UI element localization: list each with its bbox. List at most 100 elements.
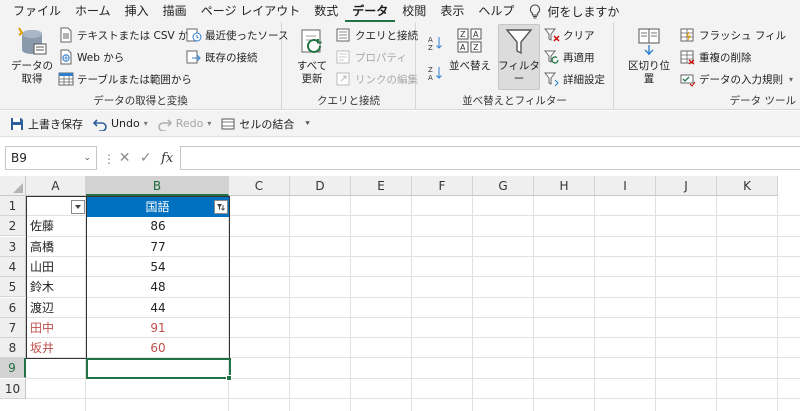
flash-fill-button[interactable]: フラッシュ フィル: [680, 26, 786, 44]
refresh-all-button[interactable]: すべて 更新: [292, 26, 332, 86]
sort-button[interactable]: ZAAZ 並べ替え: [448, 26, 492, 73]
sort-a-z-button[interactable]: AZ: [428, 34, 447, 52]
tab-review[interactable]: 校閲: [395, 0, 433, 22]
tab-page-layout[interactable]: ページ レイアウト: [194, 0, 308, 22]
column-header-h[interactable]: H: [534, 176, 595, 196]
cell-a7[interactable]: 田中: [27, 319, 85, 338]
advanced-filter-button[interactable]: 詳細設定: [544, 70, 605, 88]
edit-links-button[interactable]: リンクの編集: [336, 70, 418, 88]
column-header-b[interactable]: B: [86, 176, 229, 196]
column-header-e[interactable]: E: [351, 176, 412, 196]
undo-dropdown-icon[interactable]: ▾: [144, 119, 148, 128]
save-button[interactable]: 上書き保存: [10, 116, 83, 132]
from-table-button[interactable]: テーブルまたは範囲から: [58, 70, 192, 88]
cell-b3[interactable]: 77: [87, 238, 229, 257]
group-data-tools: 区切り位置 フラッシュ フィル 重複の削除 データの入力規則 ▾ データ ツール: [614, 22, 800, 110]
tab-help[interactable]: ヘルプ: [471, 0, 521, 22]
insert-function-icon[interactable]: fx: [161, 151, 173, 166]
excel-window: ファイル ホーム 挿入 描画 ページ レイアウト 数式 データ 校閲 表示 ヘル…: [0, 0, 800, 411]
text-file-icon: [60, 27, 72, 43]
tab-view[interactable]: 表示: [433, 0, 471, 22]
redo-icon: [157, 118, 172, 131]
column-header-d[interactable]: D: [290, 176, 351, 196]
cell-b8[interactable]: 60: [87, 339, 229, 358]
name-box[interactable]: B9 ⌄: [5, 146, 97, 170]
existing-connections-button[interactable]: 既存の接続: [186, 48, 258, 66]
row-header-7[interactable]: 7: [0, 317, 26, 338]
properties-label: プロパティ: [355, 51, 407, 64]
cell-a8[interactable]: 坂井: [27, 339, 85, 358]
from-web-button[interactable]: Web から: [58, 48, 124, 66]
filter-button[interactable]: フィルター: [498, 26, 540, 86]
row-header-4[interactable]: 4: [0, 256, 26, 277]
tab-file[interactable]: ファイル: [6, 0, 68, 22]
select-all-button[interactable]: [0, 176, 26, 196]
row-header-3[interactable]: 3: [0, 236, 26, 257]
undo-button[interactable]: Undo ▾: [93, 117, 148, 131]
formula-input[interactable]: [180, 146, 800, 170]
cell-a4[interactable]: 山田: [27, 258, 85, 277]
cell-a5[interactable]: 鈴木: [27, 278, 85, 297]
sort-z-a-button[interactable]: ZA: [428, 64, 447, 82]
row-header-8[interactable]: 8: [0, 338, 26, 359]
merge-cells-button[interactable]: セルの結合: [221, 116, 294, 132]
data-validation-button[interactable]: データの入力規則 ▾: [680, 70, 793, 88]
row-header-5[interactable]: 5: [0, 277, 26, 298]
tab-draw[interactable]: 描画: [156, 0, 194, 22]
from-text-csv-button[interactable]: テキストまたは CSV から: [58, 26, 199, 44]
text-to-columns-button[interactable]: 区切り位置: [624, 26, 674, 86]
reapply-button[interactable]: 再適用: [544, 48, 595, 66]
cancel-icon[interactable]: ✕: [119, 150, 131, 166]
column-header-c[interactable]: C: [229, 176, 290, 196]
column-header-a[interactable]: A: [26, 176, 86, 196]
fill-handle[interactable]: [226, 375, 232, 381]
redo-dropdown-icon[interactable]: ▾: [207, 119, 211, 128]
column-header-k[interactable]: K: [717, 176, 778, 196]
cell-b4[interactable]: 54: [87, 258, 229, 277]
properties-button[interactable]: プロパティ: [336, 48, 407, 66]
name-box-dropdown-icon[interactable]: ⌄: [83, 147, 91, 169]
queries-connections-button[interactable]: クエリと接続: [336, 26, 418, 44]
cell-a3[interactable]: 高橋: [27, 238, 85, 257]
worksheet-grid[interactable]: ABCDEFGHIJK 1 2 3 4 5 6 7 8 9 10 国語 佐藤 86 高橋 77 山田 54 鈴…: [0, 176, 800, 411]
enter-check-icon[interactable]: ✓: [140, 150, 152, 166]
tell-me-label: 何をしますか: [547, 4, 620, 19]
data-validation-label: データの入力規則: [699, 73, 783, 86]
clear-filter-button[interactable]: クリア: [544, 26, 595, 44]
tab-data[interactable]: データ: [345, 0, 396, 22]
cell-b6[interactable]: 44: [87, 299, 229, 318]
cell-a2[interactable]: 佐藤: [27, 217, 85, 236]
cell-b2[interactable]: 86: [87, 217, 229, 236]
column-header-f[interactable]: F: [412, 176, 473, 196]
remove-duplicates-button[interactable]: 重複の削除: [680, 48, 752, 66]
redo-button[interactable]: Redo ▾: [157, 117, 211, 131]
cell-b7[interactable]: 91: [87, 319, 229, 338]
cell-a6[interactable]: 渡辺: [27, 299, 85, 318]
data-validation-icon: [680, 74, 696, 87]
column-header-i[interactable]: I: [595, 176, 656, 196]
row-header-10[interactable]: 10: [0, 378, 26, 399]
connections-icon: [186, 50, 201, 64]
row-header-6[interactable]: 6: [0, 297, 26, 318]
cell-b5[interactable]: 48: [87, 278, 229, 297]
group-label-queries: クエリと接続: [317, 95, 380, 107]
tab-home[interactable]: ホーム: [68, 0, 118, 22]
filter-dropdown-b1[interactable]: [214, 200, 228, 214]
tab-insert[interactable]: 挿入: [118, 0, 156, 22]
refresh-icon: [301, 29, 322, 53]
row-header-1[interactable]: 1: [0, 196, 26, 216]
group-get-transform: データの 取得 テキストまたは CSV から Web から テーブルまたは範囲か…: [0, 22, 288, 110]
tell-me-search[interactable]: 何をしますか: [521, 3, 619, 20]
row-header-9[interactable]: 9: [0, 358, 26, 379]
ribbon-tabs: ファイル ホーム 挿入 描画 ページ レイアウト 数式 データ 校閲 表示 ヘル…: [0, 0, 800, 22]
tab-formulas[interactable]: 数式: [307, 0, 345, 22]
text-to-columns-icon: [638, 28, 660, 55]
row-header-2[interactable]: 2: [0, 216, 26, 237]
column-header-j[interactable]: J: [656, 176, 717, 196]
recent-sources-button[interactable]: 最近使ったソース: [186, 26, 288, 44]
filter-dropdown-a1[interactable]: [71, 200, 85, 214]
get-data-button[interactable]: データの 取得: [10, 26, 54, 86]
column-header-g[interactable]: G: [473, 176, 534, 196]
customize-qat-button[interactable]: ⯆: [304, 119, 310, 129]
group-sort-filter: AZ ZA ZAAZ 並べ替え フィルター クリア 再適用 詳細設定 並べ替えと…: [416, 22, 614, 110]
